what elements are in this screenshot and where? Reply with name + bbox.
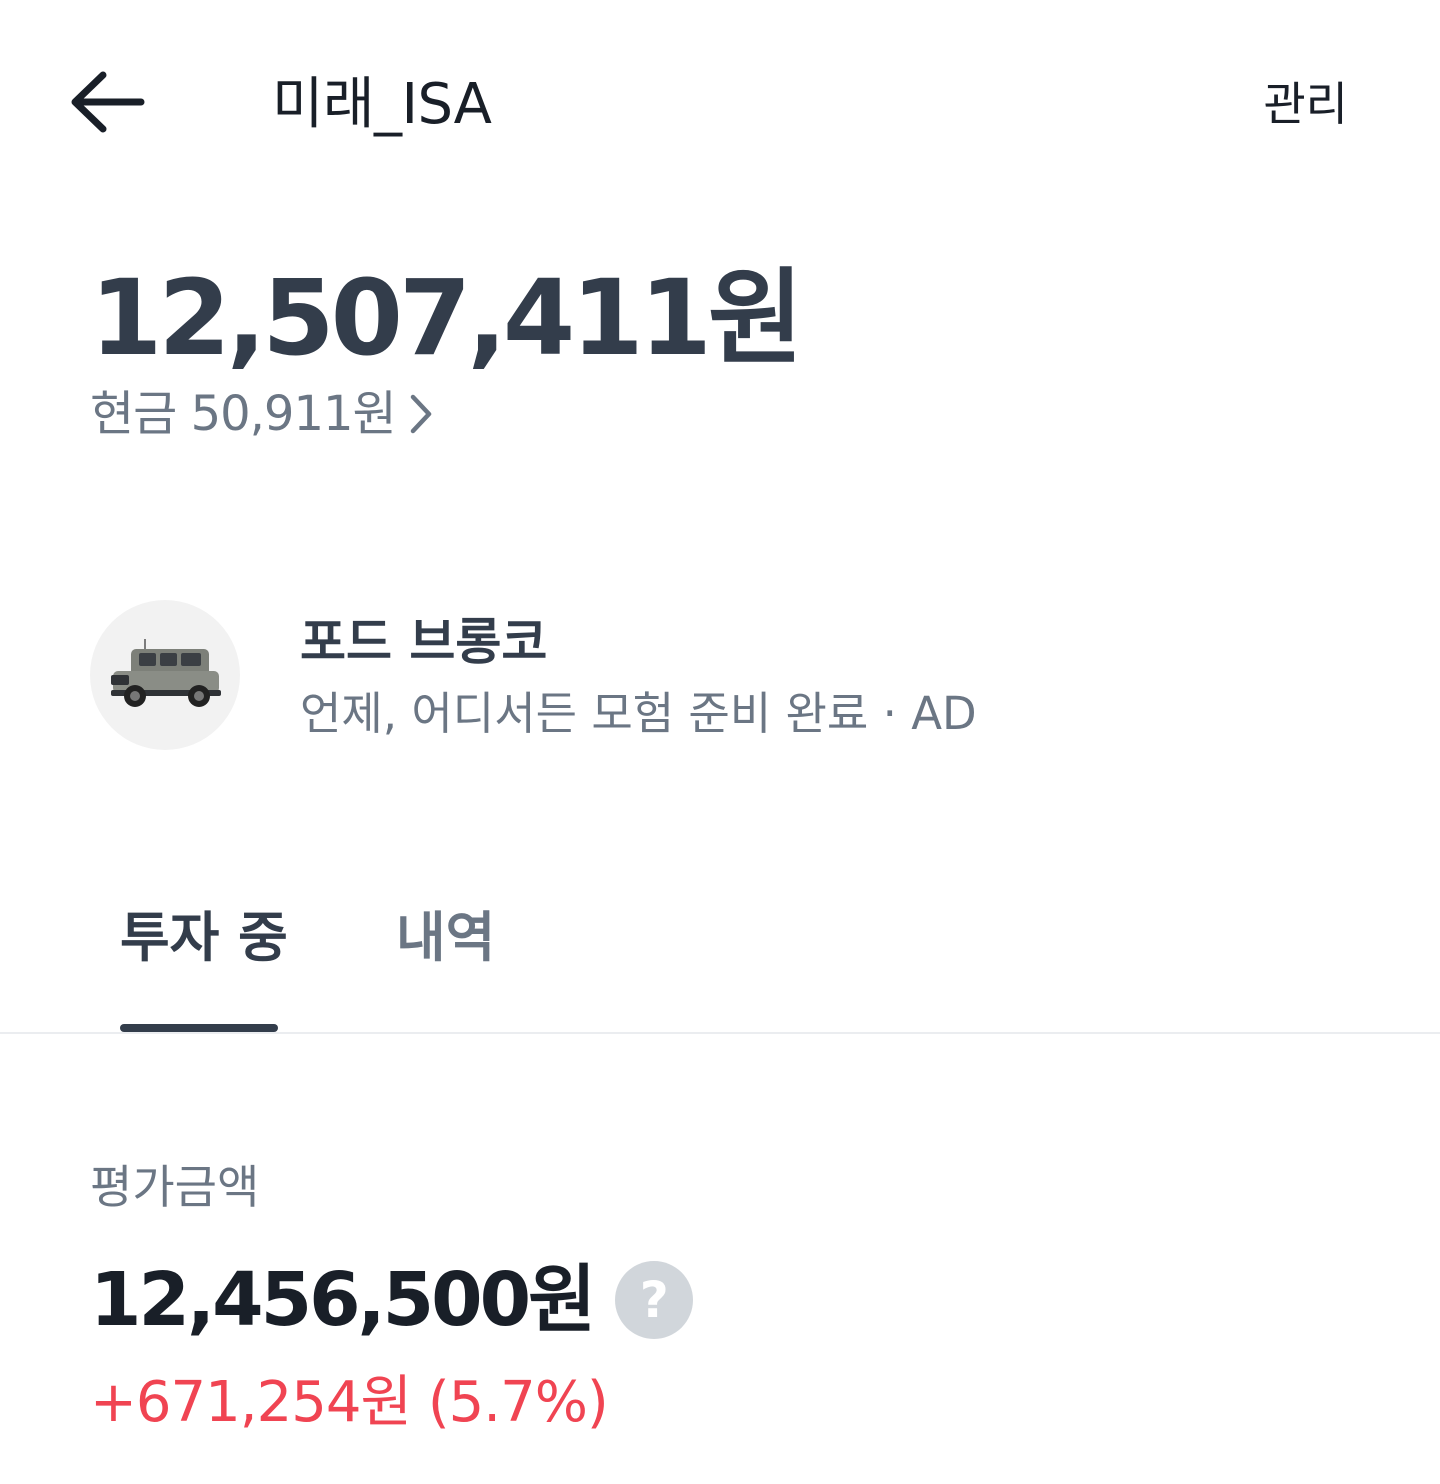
chevron-right-icon [408,392,434,436]
arrow-left-icon [71,71,145,133]
question-icon[interactable]: ? [615,1261,694,1339]
tab-history[interactable]: 내역 [396,906,495,970]
ad-title: 포드 브롱코 [300,613,548,671]
total-amount: 12,507,411원 [90,257,804,379]
evaluation-label: 평가금액 [90,1160,260,1214]
ad-thumbnail [90,600,240,750]
cash-link[interactable]: 현금 50,911원 [90,384,434,444]
manage-button[interactable]: 관리 [1263,76,1348,132]
cash-label: 현금 50,911원 [90,386,397,442]
tab-active-indicator [120,1024,278,1032]
ad-banner[interactable]: 포드 브롱코 언제, 어디서든 모험 준비 완료 · AD [90,600,1090,752]
app-header: 미래_ISA 관리 [0,0,1440,210]
ad-subtitle: 언제, 어디서든 모험 준비 완료 · AD [300,687,977,740]
tab-bar: 투자 중 내역 [0,880,1440,1034]
page-title: 미래_ISA [272,72,492,137]
evaluation-change: +671,254원 (5.7%) [90,1370,609,1435]
tab-investing[interactable]: 투자 중 [120,906,288,970]
evaluation-amount: 12,456,500원 [90,1257,596,1343]
evaluation-row: 12,456,500원 ? [90,1257,694,1343]
back-button[interactable] [62,62,152,142]
car-icon [111,639,221,707]
